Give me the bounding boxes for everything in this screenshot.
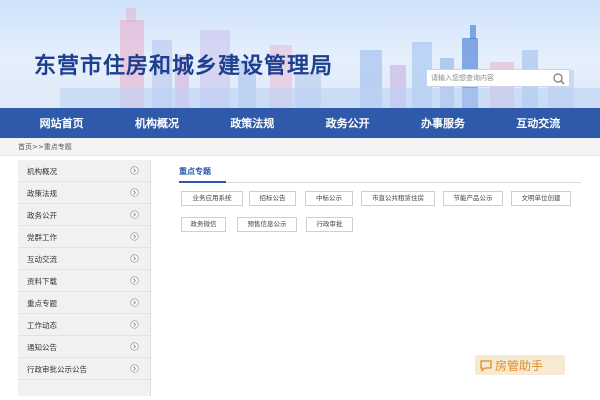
tag-admin-approval[interactable]: 行政审批 [306, 217, 353, 232]
sidebar-item-label: 互动交流 [27, 255, 57, 264]
nav-item-home[interactable]: 网站首页 [40, 115, 84, 131]
sidebar-item-key-topics[interactable]: 重点专题 [18, 292, 150, 314]
circle-arrow-right-icon [130, 320, 139, 329]
circle-arrow-right-icon [130, 364, 139, 373]
search-box [426, 69, 570, 87]
sidebar-item-label: 资料下载 [27, 277, 57, 286]
sidebar-item-label: 重点专题 [27, 299, 57, 308]
sidebar-item-about[interactable]: 机构概况 [18, 160, 150, 182]
circle-arrow-right-icon [130, 342, 139, 351]
sidebar-item-public-affairs[interactable]: 政务公开 [18, 204, 150, 226]
sidebar-item-label: 通知公告 [27, 343, 57, 352]
breadcrumb[interactable]: 首页>>重点专题 [18, 142, 72, 152]
nav-item-public-affairs[interactable]: 政务公开 [326, 115, 370, 131]
sidebar-item-policy[interactable]: 政策法规 [18, 182, 150, 204]
section-tab-underline [179, 181, 226, 183]
tag-tender-notices[interactable]: 招标公告 [249, 191, 296, 206]
nav-item-interaction[interactable]: 互动交流 [516, 115, 560, 131]
tag-energy-saving-products[interactable]: 节能产品公示 [443, 191, 503, 206]
sidebar-item-label: 机构概况 [27, 167, 57, 176]
circle-arrow-right-icon [130, 298, 139, 307]
sidebar-item-work-news[interactable]: 工作动态 [18, 314, 150, 336]
sidebar-item-label: 政策法规 [27, 189, 57, 198]
circle-arrow-right-icon [130, 166, 139, 175]
tag-public-rental-housing[interactable]: 市直公共租赁住房 [361, 191, 435, 206]
header-banner: 东营市住房和城乡建设管理局 [0, 0, 600, 108]
sidebar-item-label: 政务公开 [27, 211, 57, 220]
main-nav: 网站首页 机构概况 政策法规 政务公开 办事服务 互动交流 [0, 108, 600, 138]
sidebar-item-approval-notices[interactable]: 行政审批公示公告 [18, 358, 150, 380]
sidebar-item-notices[interactable]: 通知公告 [18, 336, 150, 358]
sidebar-item-label: 工作动态 [27, 321, 57, 330]
chat-icon [480, 360, 492, 372]
tag-wechat[interactable]: 政务微信 [181, 217, 226, 232]
circle-arrow-right-icon [130, 188, 139, 197]
tag-presale-info[interactable]: 预售信息公示 [237, 217, 297, 232]
breadcrumb-bar: 首页>>重点专题 [0, 138, 600, 156]
tag-business-systems[interactable]: 业务应用系统 [181, 191, 243, 206]
sidebar-item-downloads[interactable]: 资料下载 [18, 270, 150, 292]
search-input[interactable] [427, 70, 549, 86]
watermark-text: 房管助手 [495, 359, 544, 373]
circle-arrow-right-icon [130, 276, 139, 285]
tag-bid-award[interactable]: 中标公示 [305, 191, 353, 206]
search-icon[interactable] [551, 71, 567, 85]
circle-arrow-right-icon [130, 210, 139, 219]
sidebar-item-label: 党群工作 [27, 233, 57, 242]
sidebar-item-party-work[interactable]: 党群工作 [18, 226, 150, 248]
circle-arrow-right-icon [130, 232, 139, 241]
tag-civilized-unit[interactable]: 文明单位创建 [511, 191, 571, 206]
sidebar-item-label: 行政审批公示公告 [27, 365, 87, 374]
section-divider [179, 182, 581, 183]
nav-item-policy[interactable]: 政策法规 [230, 115, 274, 131]
nav-item-about[interactable]: 机构概况 [135, 115, 179, 131]
watermark: 房管助手 [475, 355, 565, 375]
circle-arrow-right-icon [130, 254, 139, 263]
section-title: 重点专题 [179, 167, 211, 176]
sidebar: 机构概况 政策法规 政务公开 党群工作 互动交流 资料下载 重点专题 工作动态 … [18, 160, 151, 396]
nav-item-services[interactable]: 办事服务 [421, 115, 465, 131]
site-title: 东营市住房和城乡建设管理局 [34, 54, 334, 79]
sidebar-item-interaction[interactable]: 互动交流 [18, 248, 150, 270]
